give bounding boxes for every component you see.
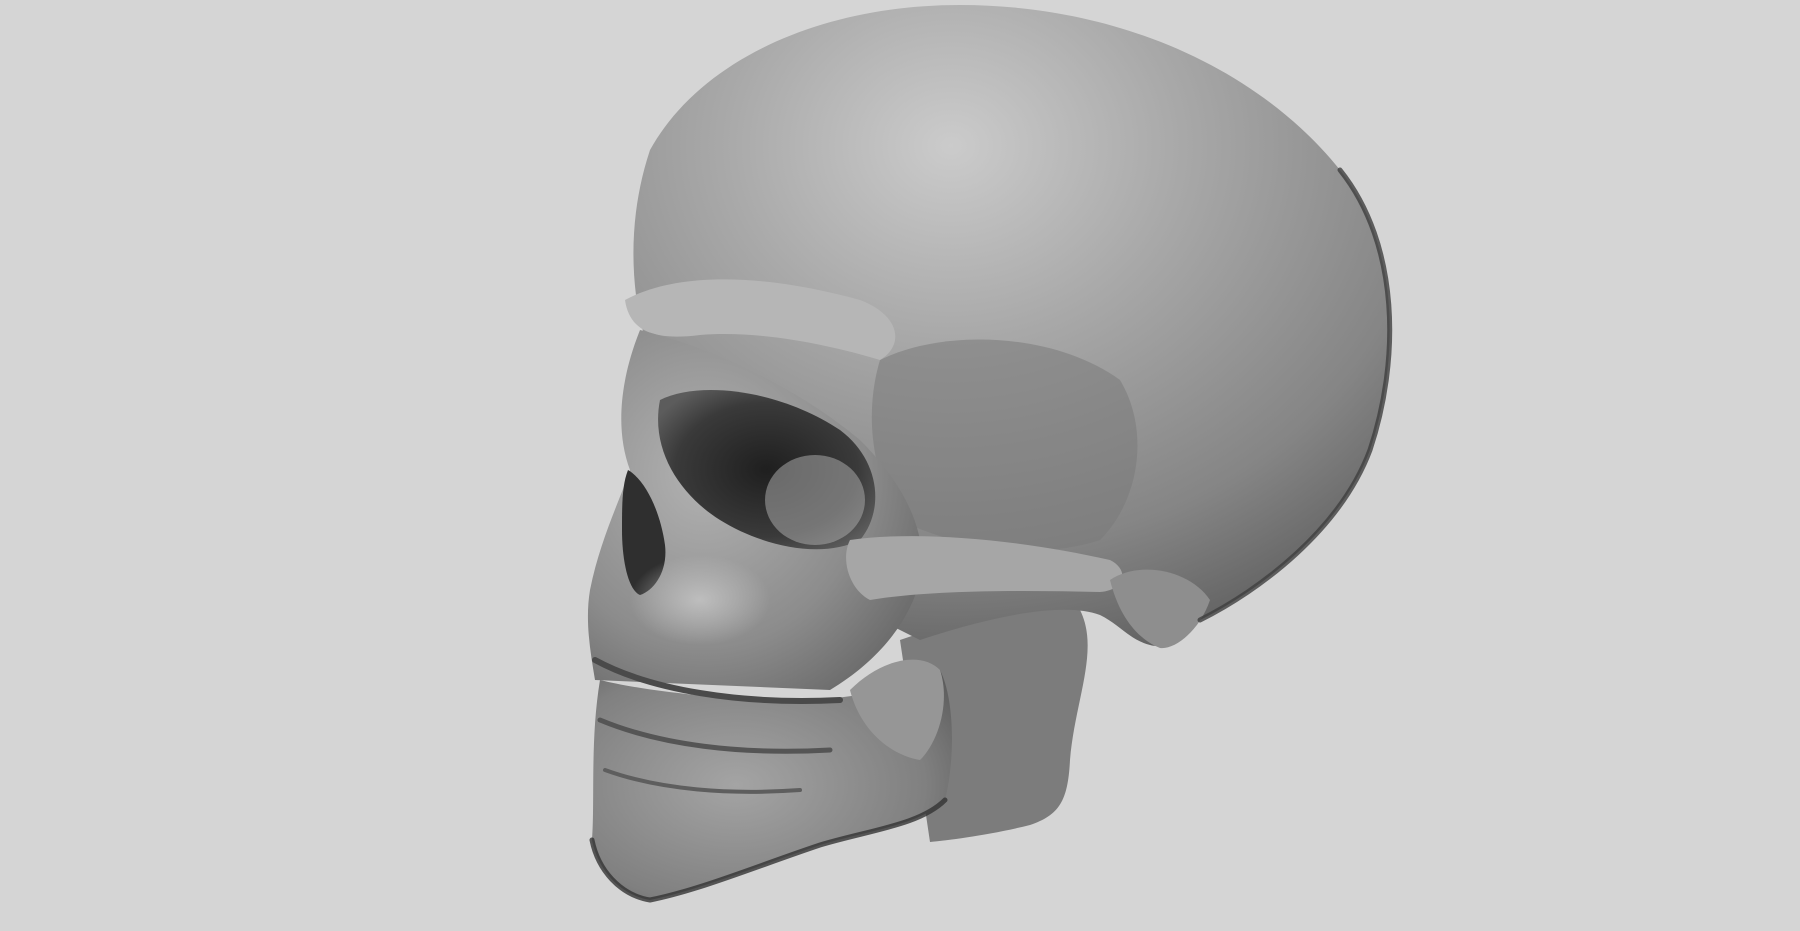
skull-render	[587, 5, 1393, 903]
eye-socket-rim-highlight	[765, 455, 865, 545]
cheek-highlight	[630, 555, 770, 645]
sculpt-viewport[interactable]	[0, 0, 1800, 931]
